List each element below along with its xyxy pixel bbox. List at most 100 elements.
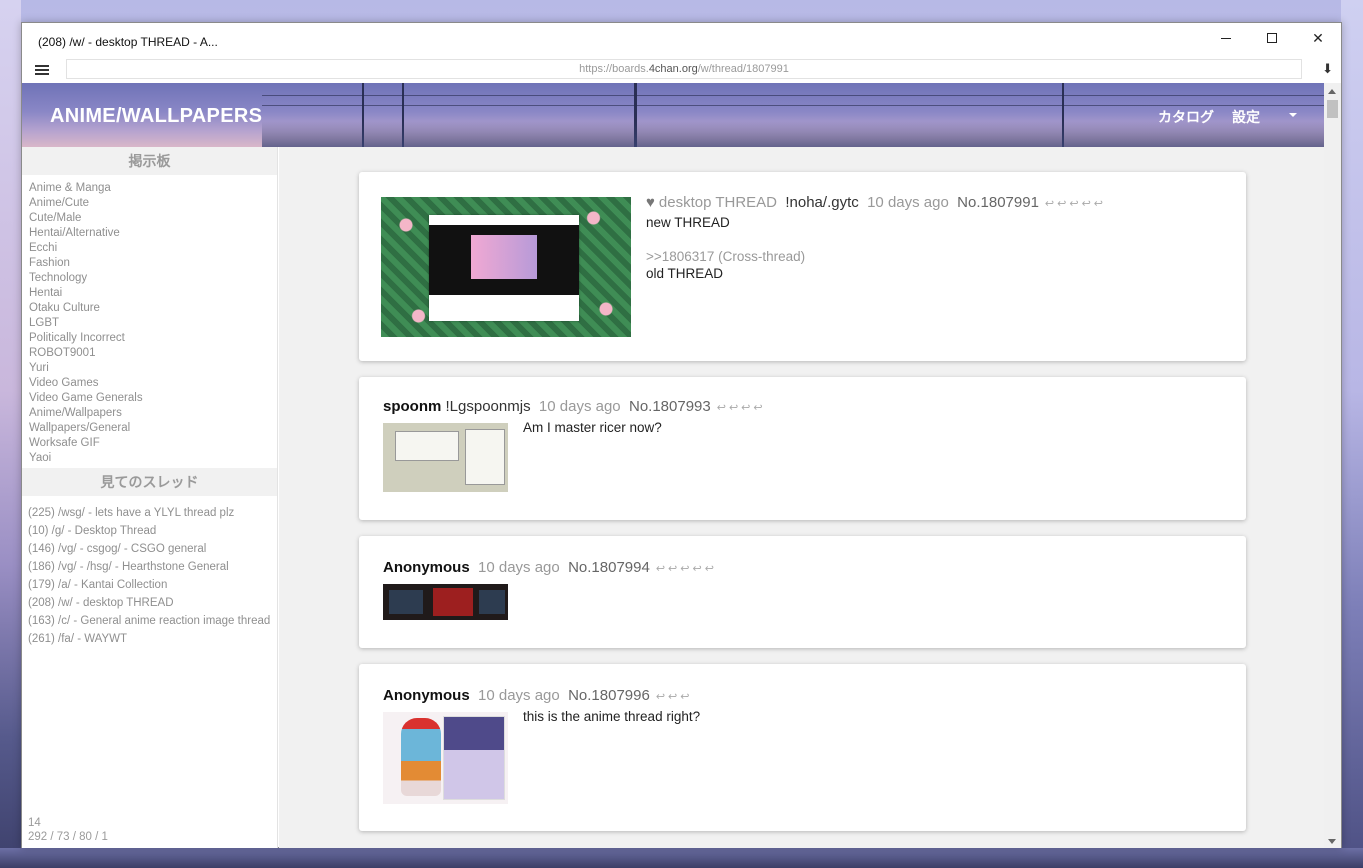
post-author: Anonymous xyxy=(383,687,470,704)
power-line-decoration xyxy=(262,105,1326,106)
url-prefix: https://boards. xyxy=(579,63,649,75)
reply-post: Anonymous 10 days ago No.1807996 ↩↩↩ this… xyxy=(359,664,1246,831)
maximize-icon xyxy=(1267,33,1277,43)
post-author: Anonymous xyxy=(383,559,470,576)
board-link[interactable]: Yuri xyxy=(29,361,277,376)
post-image[interactable] xyxy=(381,197,631,337)
watched-thread-link[interactable]: (163) /c/ - General anime reaction image… xyxy=(28,612,272,630)
post-header: Anonymous 10 days ago No.1807994 ↩↩↩↩↩ xyxy=(383,559,717,576)
catalog-link[interactable]: カタログ xyxy=(1158,107,1214,127)
board-link[interactable]: Hentai/Alternative xyxy=(29,226,277,241)
watched-thread-link[interactable]: (208) /w/ - desktop THREAD xyxy=(28,594,272,612)
reply-icon[interactable]: ↩↩↩↩↩ xyxy=(656,563,717,575)
url-field[interactable]: https://boards. 4chan.org/w/thread/180799… xyxy=(66,59,1302,79)
post-subject: desktop THREAD xyxy=(658,194,778,211)
heart-icon[interactable]: ♥ xyxy=(646,194,655,211)
post-time: 10 days ago xyxy=(538,398,621,415)
watched-thread-link[interactable]: (261) /fa/ - WAYWT xyxy=(28,630,272,648)
reply-icon[interactable]: ↩↩↩↩ xyxy=(717,402,766,414)
board-link[interactable]: Anime/Cute xyxy=(29,196,277,211)
watched-thread-link[interactable]: (10) /g/ - Desktop Thread xyxy=(28,522,272,540)
minimize-button[interactable] xyxy=(1203,23,1249,53)
op-post: ♥ desktop THREAD !noha/.gytc 10 days ago … xyxy=(359,172,1246,361)
url-path: /w/thread/1807991 xyxy=(697,63,789,75)
watched-thread-link[interactable]: (186) /vg/ - /hsg/ - Hearthstone General xyxy=(28,558,272,576)
board-link[interactable]: Wallpapers/General xyxy=(29,421,277,436)
post-time: 10 days ago xyxy=(478,687,560,704)
site-header: ANIME/WALLPAPERS カタログ 設定 xyxy=(22,83,1326,147)
reply-post: Anonymous 10 days ago No.1807994 ↩↩↩↩↩ xyxy=(359,536,1246,648)
scroll-down-icon[interactable] xyxy=(1328,839,1336,844)
desktop-background-left xyxy=(0,0,21,868)
post-time: 10 days ago xyxy=(478,559,560,576)
watched-thread-link[interactable]: (225) /wsg/ - lets have a YLYL thread pl… xyxy=(28,504,272,522)
title-bar: (208) /w/ - desktop THREAD - A... ✕ xyxy=(22,23,1341,59)
post-text-line: new THREAD xyxy=(646,215,730,230)
board-link[interactable]: ROBOT9001 xyxy=(29,346,277,361)
post-body: this is the anime thread right? xyxy=(523,709,701,724)
board-link[interactable]: Politically Incorrect xyxy=(29,331,277,346)
scroll-up-icon[interactable] xyxy=(1328,89,1336,94)
post-number[interactable]: No.1807993 xyxy=(629,398,711,415)
post-header: Anonymous 10 days ago No.1807996 ↩↩↩ xyxy=(383,687,693,704)
watched-thread-list: (225) /wsg/ - lets have a YLYL thread pl… xyxy=(22,496,277,648)
sidebar-footer: 14 292 / 73 / 80 / 1 xyxy=(28,816,108,844)
thread-view: ♥ desktop THREAD !noha/.gytc 10 days ago … xyxy=(279,147,1326,848)
post-tripcode: !noha/.gytc xyxy=(785,194,859,211)
board-link[interactable]: LGBT xyxy=(29,316,277,331)
board-link[interactable]: Anime & Manga xyxy=(29,181,277,196)
url-host: 4chan.org xyxy=(648,63,698,75)
post-image[interactable] xyxy=(383,423,508,492)
board-link[interactable]: Hentai xyxy=(29,286,277,301)
board-link[interactable]: Video Games xyxy=(29,376,277,391)
close-icon: ✕ xyxy=(1312,29,1324,46)
board-link[interactable]: Fashion xyxy=(29,256,277,271)
post-number[interactable]: No.1807991 xyxy=(957,194,1039,211)
post-header: ♥ desktop THREAD !noha/.gytc 10 days ago … xyxy=(646,194,1106,211)
scrollbar-thumb[interactable] xyxy=(1327,100,1338,118)
board-link[interactable]: Technology xyxy=(29,271,277,286)
site-title[interactable]: ANIME/WALLPAPERS xyxy=(50,105,262,128)
post-text-line: old THREAD xyxy=(646,266,724,281)
desktop-background-bottom xyxy=(0,848,1363,868)
board-link[interactable]: Cute/Male xyxy=(29,211,277,226)
reply-post: spoonm !Lgspoonmjs 10 days ago No.180799… xyxy=(359,377,1246,520)
hamburger-menu-icon[interactable] xyxy=(35,63,49,77)
reply-icon[interactable]: ↩↩↩↩↩ xyxy=(1045,198,1106,210)
post-number[interactable]: No.1807996 xyxy=(568,687,650,704)
window-title: (208) /w/ - desktop THREAD - A... xyxy=(38,35,218,49)
settings-link[interactable]: 設定 xyxy=(1232,107,1260,127)
maximize-button[interactable] xyxy=(1249,23,1295,53)
browser-window: (208) /w/ - desktop THREAD - A... ✕ http… xyxy=(21,22,1342,848)
post-tripcode: !Lgspoonmjs xyxy=(445,398,531,415)
page-scrollbar[interactable] xyxy=(1324,83,1341,848)
post-header: spoonm !Lgspoonmjs 10 days ago No.180799… xyxy=(383,398,766,415)
post-image[interactable] xyxy=(383,712,508,804)
chevron-down-icon[interactable] xyxy=(1289,113,1297,117)
post-author: spoonm xyxy=(383,398,442,415)
post-time: 10 days ago xyxy=(867,194,949,211)
watched-thread-link[interactable]: (179) /a/ - Kantai Collection xyxy=(28,576,272,594)
minimize-icon xyxy=(1221,37,1231,39)
footer-stats: 292 / 73 / 80 / 1 xyxy=(28,831,108,843)
post-body: Am I master ricer now? xyxy=(523,420,662,435)
quote-link[interactable]: >>1806317 (Cross-thread) xyxy=(646,248,805,265)
close-button[interactable]: ✕ xyxy=(1295,23,1341,53)
board-link[interactable]: Ecchi xyxy=(29,241,277,256)
board-link[interactable]: Anime/Wallpapers xyxy=(29,406,277,421)
board-list: Anime & Manga Anime/Cute Cute/Male Henta… xyxy=(22,175,277,466)
address-bar: https://boards. 4chan.org/w/thread/180799… xyxy=(22,59,1341,83)
board-link[interactable]: Worksafe GIF xyxy=(29,436,277,451)
post-number[interactable]: No.1807994 xyxy=(568,559,650,576)
download-icon[interactable]: ⬇ xyxy=(1322,61,1333,77)
power-line-decoration xyxy=(262,95,1326,96)
watched-thread-link[interactable]: (146) /vg/ - csgog/ - CSGO general xyxy=(28,540,272,558)
reply-icon[interactable]: ↩↩↩ xyxy=(656,691,693,703)
board-link[interactable]: Otaku Culture xyxy=(29,301,277,316)
post-image[interactable] xyxy=(383,584,508,620)
board-link[interactable]: Yaoi xyxy=(29,451,277,466)
board-link[interactable]: Video Game Generals xyxy=(29,391,277,406)
desktop-background-right xyxy=(1341,0,1363,868)
boards-heading: 掲示板 xyxy=(22,147,277,175)
sidebar: 掲示板 Anime & Manga Anime/Cute Cute/Male H… xyxy=(22,147,278,848)
